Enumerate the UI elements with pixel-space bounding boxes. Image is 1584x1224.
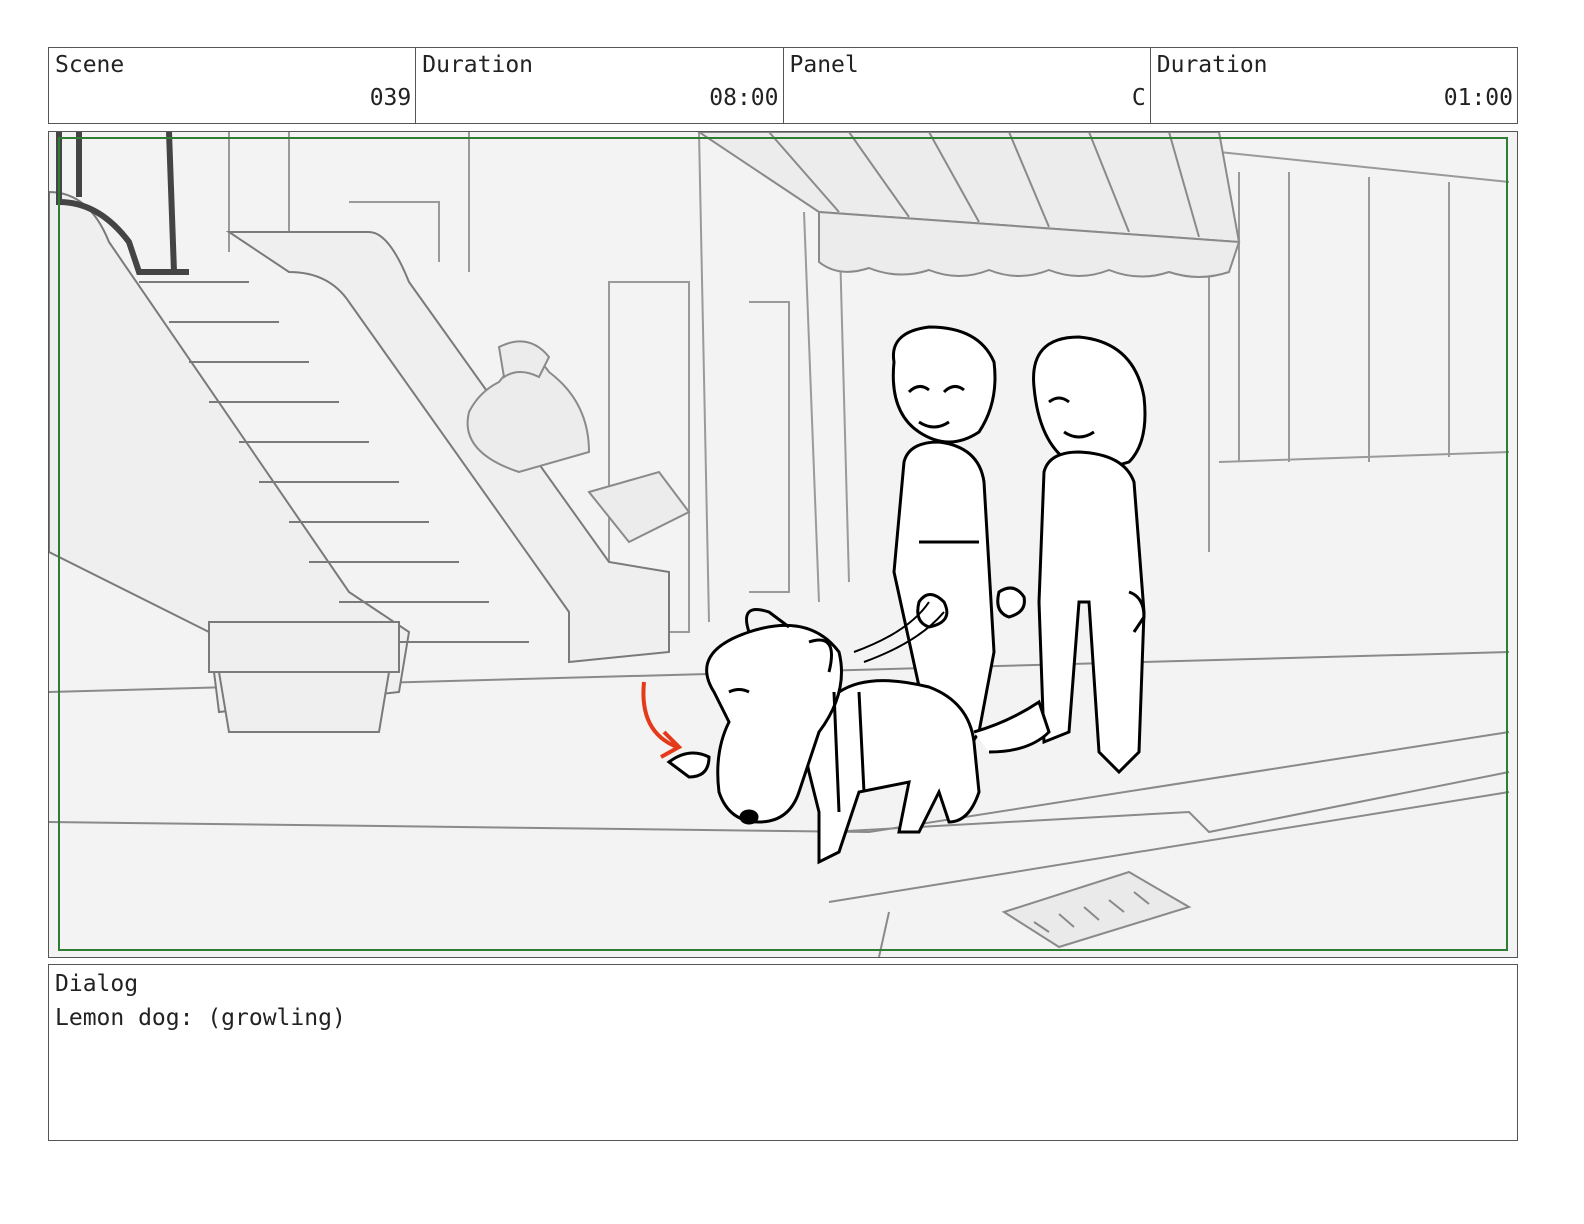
panel-duration-value: 01:00 (1443, 85, 1513, 111)
panel-duration-label: Duration (1156, 52, 1268, 78)
scene-duration-value: 08:00 (709, 85, 779, 111)
storyboard-panel-image (48, 131, 1518, 958)
panel-cell: Panel C (784, 48, 1151, 123)
dialog-label: Dialog (55, 971, 139, 997)
panel-label: Panel (789, 52, 859, 78)
dog-nose (739, 809, 759, 825)
storyboard-header: Scene 039 Duration 08:00 Panel C Duratio… (48, 47, 1518, 124)
scene-label: Scene (55, 52, 125, 78)
panel-duration-cell: Duration 01:00 (1151, 48, 1517, 123)
panel-drawing (49, 132, 1517, 957)
scene-number: 039 (369, 85, 412, 111)
scene-cell: Scene 039 (49, 48, 417, 123)
panel-letter: C (1131, 85, 1146, 111)
dialog-text: Lemon dog: (growling) (55, 1005, 346, 1031)
dialog-box: Dialog Lemon dog: (growling) (48, 964, 1518, 1141)
scene-duration-label: Duration (422, 52, 534, 78)
scene-duration-cell: Duration 08:00 (416, 48, 784, 123)
